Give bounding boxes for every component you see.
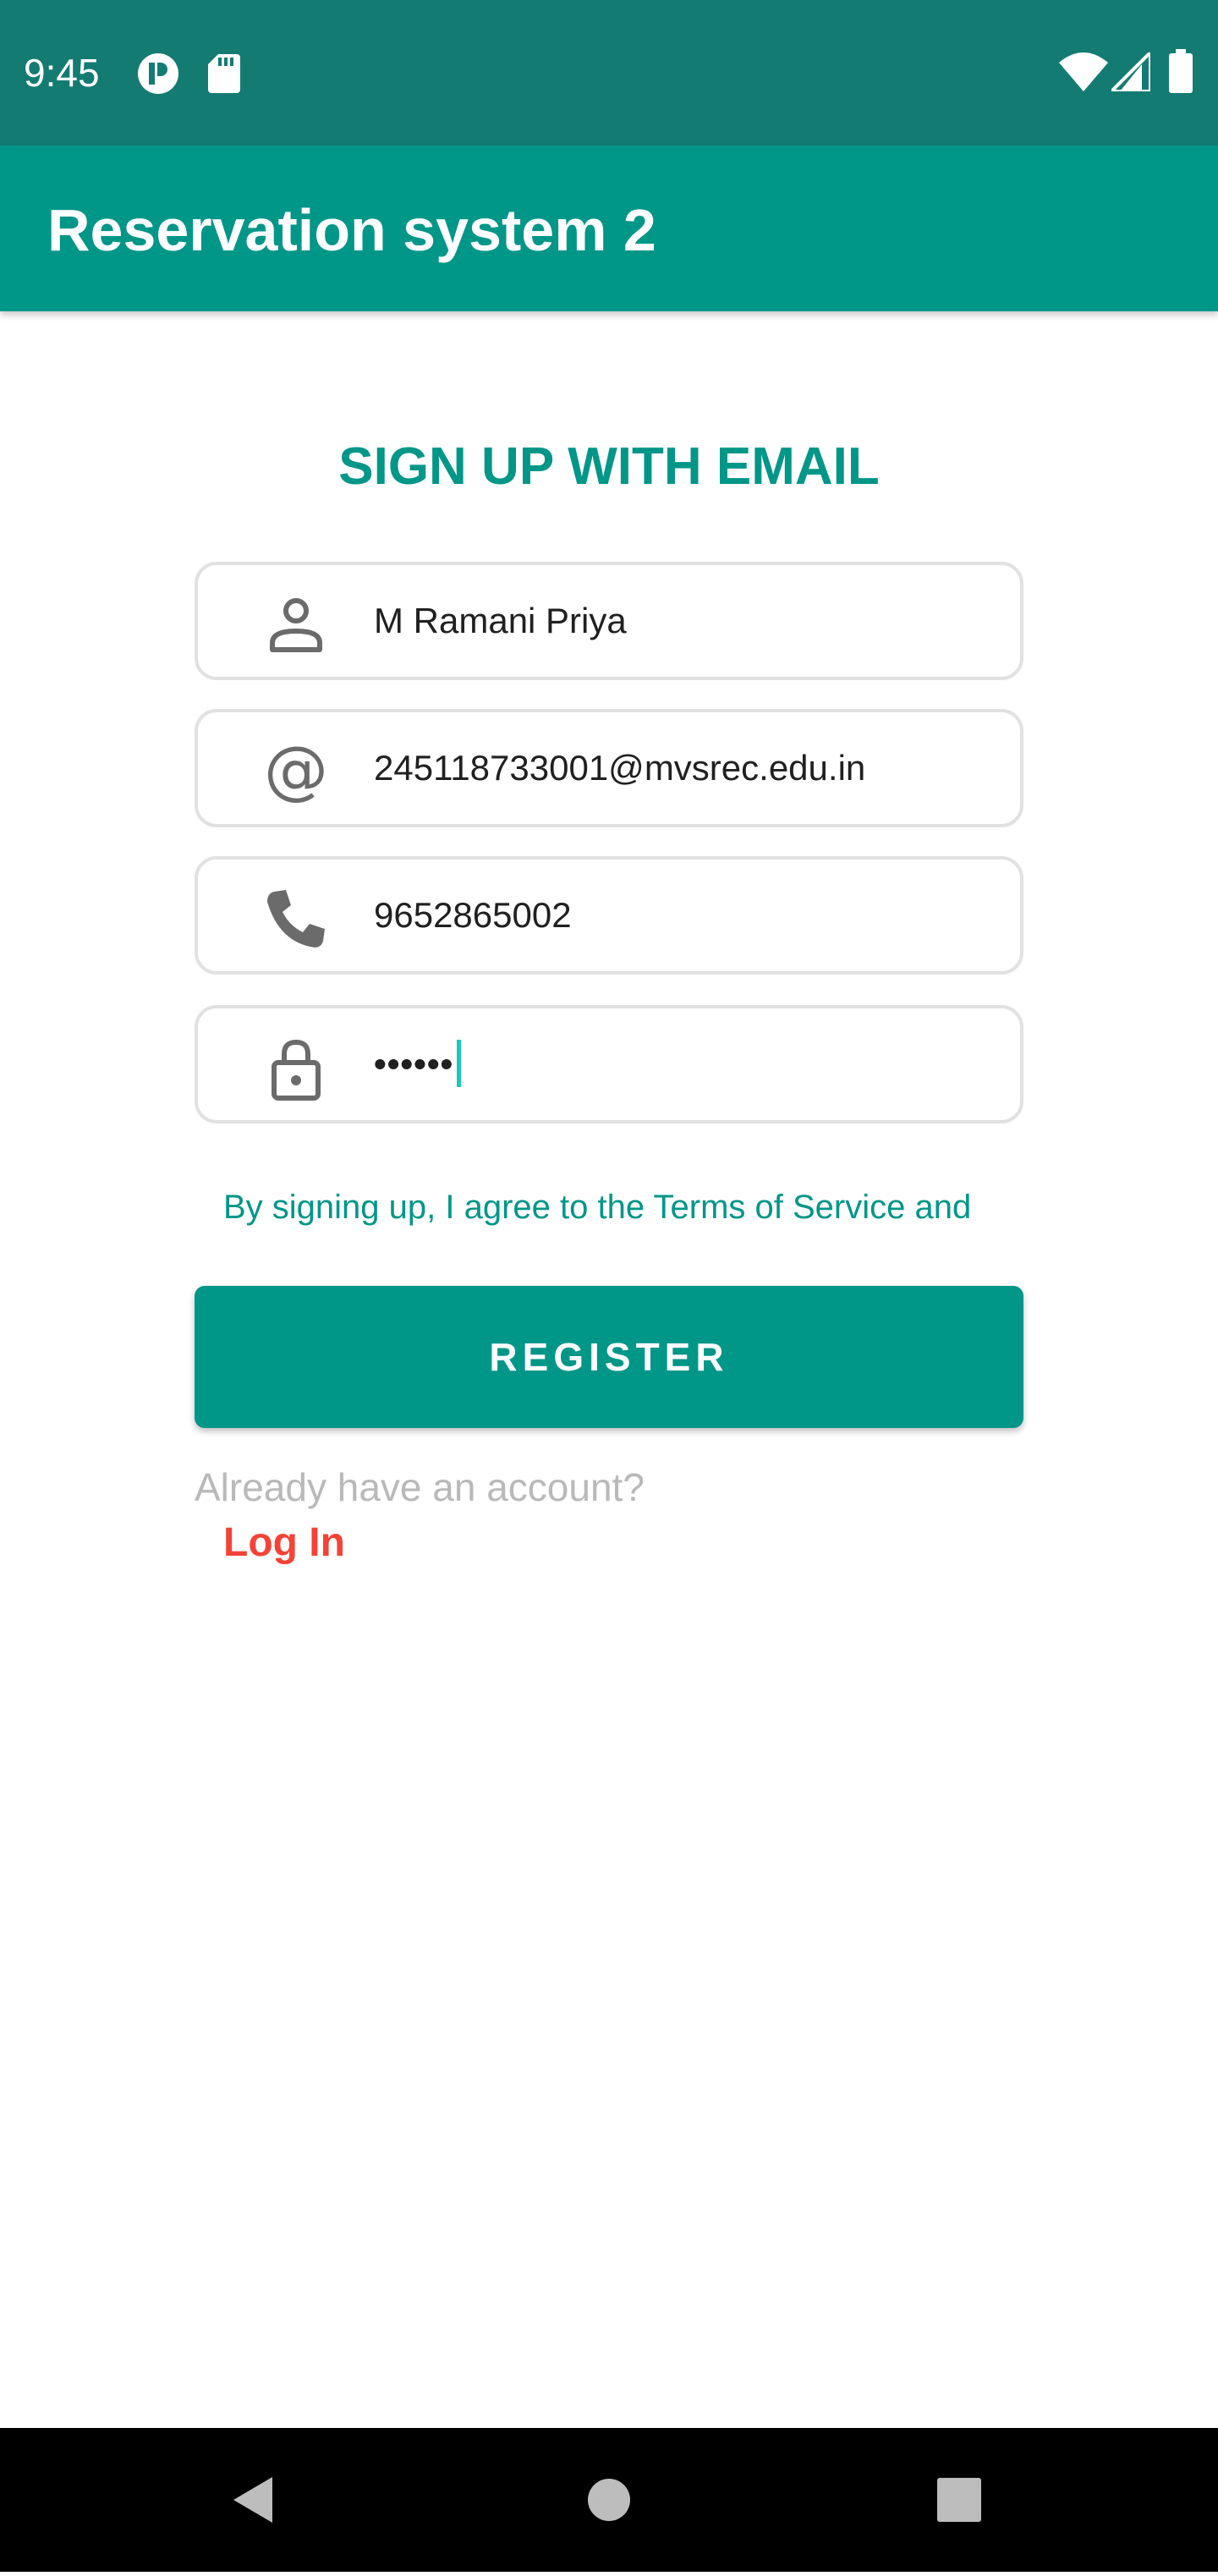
cell-signal-icon — [1111, 52, 1150, 91]
register-button[interactable]: REGISTER — [195, 1286, 1023, 1428]
back-button[interactable] — [203, 2428, 304, 2572]
email-field[interactable]: @ 245118733001@mvsrec.edu.in — [195, 709, 1023, 827]
phone-icon — [267, 890, 325, 947]
already-have-account-text: Already have an account? — [195, 1465, 645, 1509]
password-value: •••••• — [374, 1039, 462, 1090]
status-time: 9:45 — [24, 51, 100, 95]
app-bar: Reservation system 2 — [0, 146, 1218, 311]
signup-heading: SIGN UP WITH EMAIL — [338, 437, 880, 496]
wifi-icon — [1059, 52, 1108, 91]
name-value: M Ramani Priya — [374, 601, 627, 640]
email-value: 245118733001@mvsrec.edu.in — [374, 748, 866, 788]
svg-text:@: @ — [264, 738, 328, 805]
navigation-bar — [0, 2428, 1218, 2572]
back-icon — [233, 2477, 272, 2523]
text-cursor — [457, 1039, 462, 1087]
phone-field[interactable]: 9652865002 — [195, 856, 1023, 975]
login-link[interactable]: Log In — [223, 1518, 345, 1568]
sd-card-icon — [208, 54, 240, 93]
battery-icon — [1169, 49, 1193, 93]
home-icon — [588, 2479, 630, 2521]
home-button[interactable] — [558, 2428, 660, 2572]
phone-value: 9652865002 — [374, 895, 572, 935]
password-field[interactable]: •••••• — [195, 1005, 1023, 1123]
at-sign-icon: @ — [264, 738, 328, 805]
person-icon — [270, 598, 322, 652]
name-field[interactable]: M Ramani Priya — [195, 562, 1023, 680]
lock-icon — [272, 1039, 321, 1101]
password-dots: •••••• — [374, 1044, 454, 1084]
terms-text[interactable]: By signing up, I agree to the Terms of S… — [223, 1184, 971, 1230]
p-circle-icon — [138, 53, 178, 94]
app-title: Reservation system 2 — [47, 197, 656, 263]
status-bar: 9:45 — [0, 0, 1218, 146]
recents-button[interactable] — [908, 2428, 1010, 2572]
recents-icon — [937, 2478, 981, 2522]
